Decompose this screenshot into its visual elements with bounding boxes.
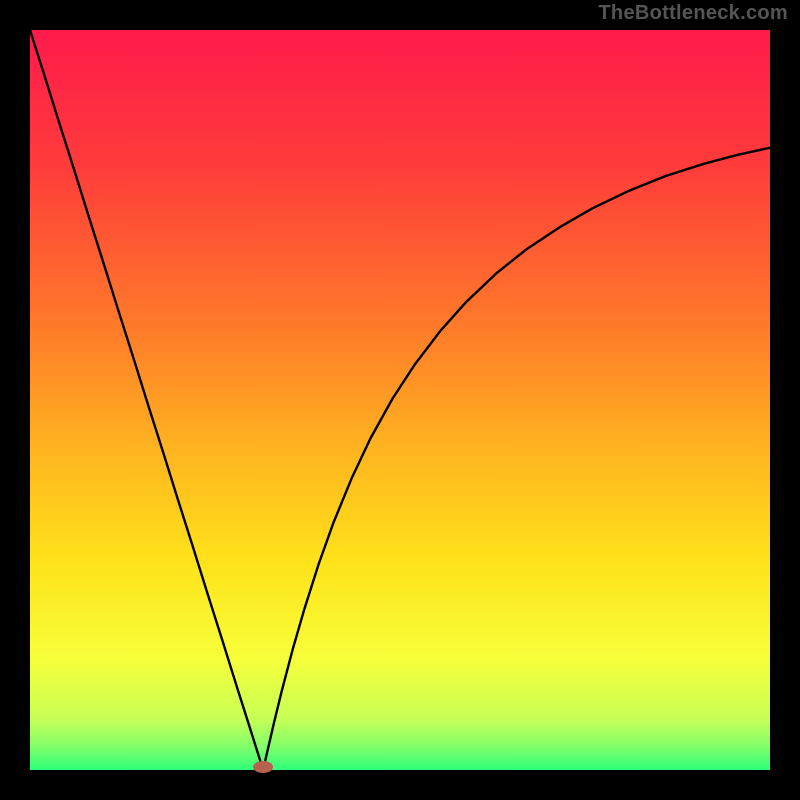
watermark-text: TheBottleneck.com xyxy=(598,2,788,25)
chart-wrapper: { "watermark": "TheBottleneck.com", "cha… xyxy=(0,0,800,800)
gradient-plot-background xyxy=(30,30,770,770)
chart-svg xyxy=(0,0,800,800)
minimum-marker xyxy=(253,761,273,773)
